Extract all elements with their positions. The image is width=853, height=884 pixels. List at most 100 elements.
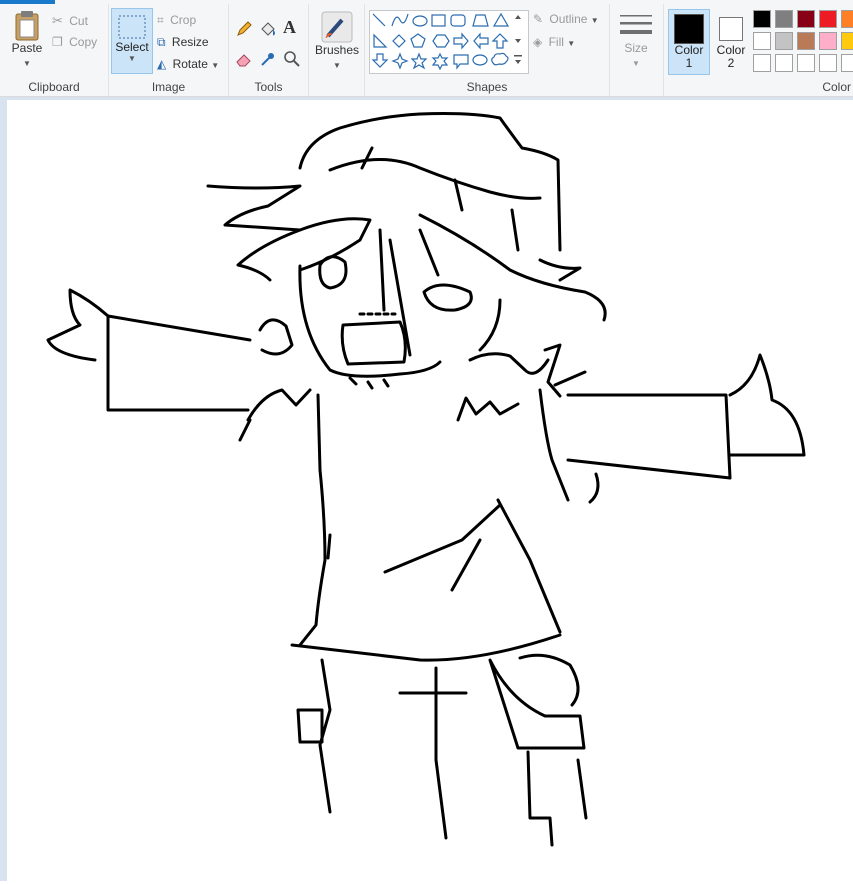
size-label: Size (624, 41, 648, 55)
palette-swatch[interactable] (797, 10, 815, 28)
resize-icon: ⧉ (157, 35, 166, 49)
clipboard-group-label: Clipboard (28, 80, 80, 94)
color2-swatch (719, 17, 743, 41)
select-label: Select (115, 40, 149, 54)
fill-button[interactable]: ◈ Fill ▼ (533, 35, 575, 49)
shapes-expand-icon (515, 60, 521, 64)
rotate-button[interactable]: ◭ Rotate ▼ (157, 57, 219, 71)
tools-group: A Tools (229, 4, 309, 96)
copy-button[interactable]: ❐ Copy (52, 35, 97, 49)
drawing-canvas[interactable] (7, 100, 853, 881)
palette-swatch[interactable] (753, 54, 771, 72)
fill-icon: ◈ (533, 35, 543, 49)
color2-button[interactable]: Color 2 (712, 9, 750, 73)
pencil-icon[interactable] (235, 20, 253, 38)
brushes-dropdown-icon[interactable]: ▼ (333, 61, 341, 70)
text-tool-icon[interactable]: A (283, 17, 296, 38)
color1-button[interactable]: Color 1 (668, 9, 710, 75)
rectangle-shape-icon (431, 14, 446, 27)
oval-callout-shape-icon (472, 54, 488, 66)
hexagon-shape-icon (432, 34, 450, 48)
image-group-label: Image (151, 80, 186, 94)
diamond-shape-icon (392, 34, 406, 48)
shapes-gallery-grid (371, 12, 522, 71)
select-dropdown-icon[interactable]: ▼ (112, 54, 152, 63)
palette-swatch[interactable] (841, 32, 853, 50)
palette-swatch[interactable] (775, 10, 793, 28)
paste-dropdown-icon[interactable]: ▼ (23, 59, 31, 68)
left-arrow-shape-icon (473, 32, 489, 50)
brush-icon (321, 11, 353, 43)
palette-swatch[interactable] (753, 10, 771, 28)
select-rectangle-icon (118, 15, 146, 39)
palette-swatch[interactable] (841, 10, 853, 28)
palette-swatch[interactable] (797, 32, 815, 50)
palette-swatch[interactable] (775, 54, 793, 72)
cut-button[interactable]: ✂ Cut (52, 13, 88, 29)
brushes-label: Brushes (314, 43, 360, 57)
six-point-star-shape-icon (431, 52, 449, 71)
palette-swatch[interactable] (797, 54, 815, 72)
copy-label: Copy (69, 35, 98, 49)
brushes-button[interactable]: Brushes ▼ (313, 8, 361, 71)
crop-label: Crop (170, 13, 197, 27)
rotate-label: Rotate (172, 57, 208, 71)
palette-swatch[interactable] (775, 32, 793, 50)
outline-icon: ✎ (533, 12, 544, 26)
colors-group-label: Color (822, 80, 851, 94)
scissors-icon: ✂ (52, 13, 63, 28)
palette-swatch[interactable] (753, 32, 771, 50)
color-picker-icon[interactable] (259, 50, 277, 68)
size-button[interactable]: Size ▼ (616, 8, 656, 69)
outline-label: Outline (549, 12, 588, 26)
shapes-group-label: Shapes (466, 80, 508, 94)
crop-button[interactable]: ⌗ Crop (157, 13, 196, 28)
paste-button[interactable]: Paste ▼ (6, 8, 48, 74)
workspace (0, 97, 853, 881)
eraser-icon[interactable] (235, 50, 253, 68)
crop-icon: ⌗ (157, 13, 164, 27)
tools-group-label: Tools (254, 80, 283, 94)
size-group: Size ▼ (610, 4, 664, 96)
right-arrow-shape-icon (453, 32, 469, 50)
oval-shape-icon (412, 15, 428, 27)
resize-label: Resize (171, 35, 209, 49)
rotate-dropdown-icon[interactable]: ▼ (211, 61, 219, 70)
magnifier-icon[interactable] (283, 50, 301, 68)
curve-shape-icon (391, 13, 409, 27)
palette-swatch[interactable] (819, 10, 837, 28)
color1-number: 1 (685, 56, 693, 70)
fill-label: Fill (548, 35, 564, 49)
polygon-shape-icon (472, 14, 489, 27)
outline-dropdown-icon[interactable]: ▼ (591, 16, 599, 25)
ribbon: Paste ▼ ✂ Cut ❐ Copy Clipboard Select ▼ … (0, 0, 853, 97)
rounded-rectangle-shape-icon (450, 14, 466, 27)
palette-swatch[interactable] (841, 54, 853, 72)
five-point-star-shape-icon (410, 52, 428, 70)
select-button[interactable]: Select ▼ (111, 8, 153, 74)
line-size-icon (620, 15, 652, 34)
fill-dropdown-icon[interactable]: ▼ (567, 39, 575, 48)
down-arrow-shape-icon (371, 53, 389, 68)
rotate-icon: ◭ (157, 57, 167, 71)
palette-swatch[interactable] (819, 32, 837, 50)
triangle-shape-icon (492, 12, 510, 27)
fill-bucket-icon[interactable] (259, 20, 277, 38)
resize-button[interactable]: ⧉ Resize (157, 35, 209, 50)
shapes-gallery (369, 10, 529, 74)
cloud-callout-shape-icon (491, 52, 509, 66)
cut-label: Cut (69, 14, 88, 28)
clipboard-group: Paste ▼ ✂ Cut ❐ Copy Clipboard (0, 4, 109, 96)
colors-group: Color 1 Color 2 Color (664, 4, 853, 96)
paste-icon (15, 11, 39, 41)
outline-button[interactable]: ✎ Outline ▼ (533, 12, 599, 26)
image-group: Select ▼ ⌗ Crop ⧉ Resize ◭ Rotate ▼ Imag… (109, 4, 229, 96)
shapes-scroll-up-icon (515, 15, 521, 19)
doodle-drawing (46, 112, 806, 847)
size-dropdown-icon[interactable]: ▼ (632, 59, 640, 68)
palette-swatch[interactable] (819, 54, 837, 72)
color1-swatch (674, 14, 704, 44)
rect-callout-shape-icon (453, 54, 469, 70)
right-triangle-shape-icon (373, 33, 388, 48)
color2-number: 2 (727, 56, 735, 70)
